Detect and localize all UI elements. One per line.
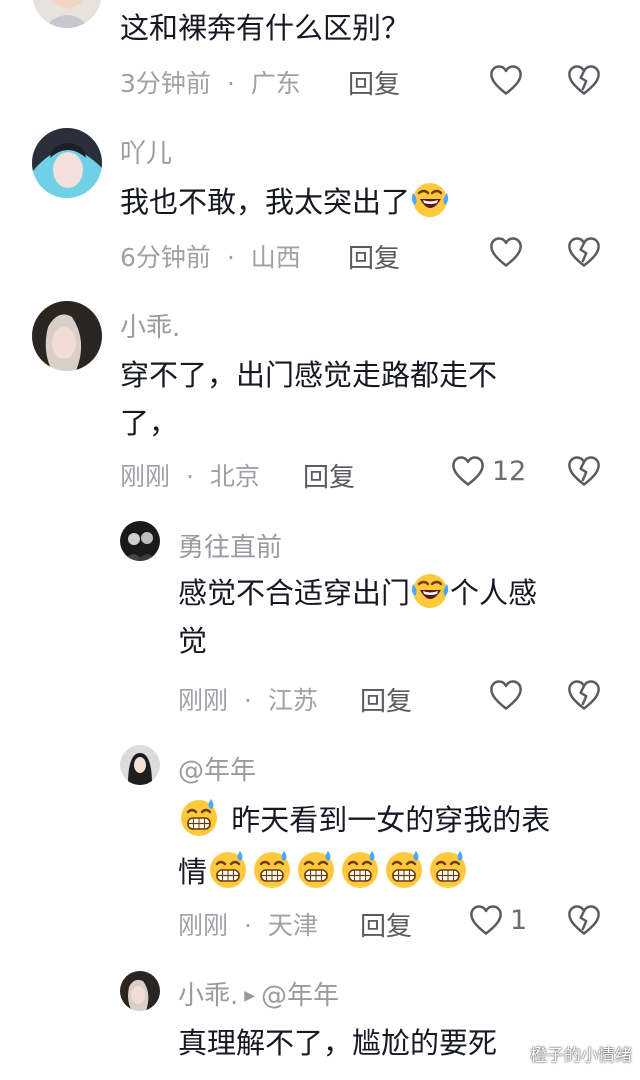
comment-1: 这和裸奔有什么区别？ 3分钟前 · 广东 回复 [0,0,640,112]
separator: · [243,686,252,715]
broken-heart-icon [566,453,602,489]
grin-sweat-emoji-icon [178,796,220,838]
dislike-button[interactable] [566,62,602,98]
reply-meta: 刚刚 · 天津 [178,906,318,942]
laughing-emoji-icon [410,570,450,610]
avatar[interactable] [32,301,102,371]
reply-text: 感觉不合适穿出门 个人感 觉 [178,569,618,665]
watermark: 橙子的小情绪 [530,1046,632,1066]
dislike-button[interactable] [566,453,602,489]
separator: · [243,911,252,940]
separator: · [226,243,235,272]
like-button[interactable] [488,234,524,270]
like-button[interactable] [488,62,524,98]
dislike-button[interactable] [566,677,602,713]
dislike-button[interactable] [566,902,602,938]
reply-time: 刚刚 [178,911,229,940]
like-count: 1 [510,904,528,936]
reply-1: 勇往直前 感觉不合适穿出门 个人感 觉 刚刚 · 江苏 回复 [0,515,640,730]
broken-heart-icon [566,902,602,938]
comment-text-body: 我也不敢，我太突出了 [120,185,411,219]
heart-icon [488,677,524,713]
reply-location: 天津 [267,911,318,940]
broken-heart-icon [566,677,602,713]
reply-button[interactable]: 回复 [360,906,412,943]
reply-text-line: 觉 [178,624,208,658]
like-button[interactable]: 12 [450,453,526,489]
comment-meta: 6分钟前 · 山西 [120,238,301,274]
comment-text-line: 穿不了，出门感觉走路都走不 [120,358,498,392]
reply-text: 真理解不了，尴尬的要死 [178,1026,498,1060]
grin-sweat-emoji-icon [383,848,425,890]
grin-sweat-emoji-icon [207,848,249,890]
reply-text-line: 昨天看到一女的穿我的表 [178,794,618,846]
reply-arrow-icon: ▶ [244,988,256,1004]
reply-text-line: 情 [178,846,618,898]
reply-meta: 刚刚 · 江苏 [178,681,318,717]
comment-text-line: 了， [120,406,179,440]
reply-text-part: 感觉不合适穿出门 [178,576,411,610]
dislike-button[interactable] [566,234,602,270]
heart-icon [450,453,486,489]
comment-location: 山西 [250,243,301,272]
comment-meta: 3分钟前 · 广东 [120,64,301,100]
reply-button[interactable]: 回复 [348,238,400,275]
grin-sweat-emoji-icon [339,848,381,890]
comment-location: 广东 [250,69,301,98]
reply-time: 刚刚 [178,686,229,715]
avatar[interactable] [32,128,102,198]
avatar[interactable] [32,0,102,28]
heart-icon [468,902,504,938]
username[interactable]: 小乖. [178,981,238,1011]
username[interactable]: 吖儿 [120,133,172,170]
reply-text-part: 情 [178,855,208,889]
heart-icon [488,62,524,98]
reply-text-part: 个人感 [450,576,538,610]
separator: · [226,69,235,98]
reply-text-part: 昨天看到一女的穿我的表 [231,803,551,837]
username[interactable]: @年年 [178,750,256,787]
broken-heart-icon [566,62,602,98]
reply-location: 江苏 [267,686,318,715]
like-button[interactable] [488,677,524,713]
avatar[interactable] [120,971,160,1011]
reply-2: @年年 昨天看到一女的穿我的表 情 刚刚 · 天津 回复 1 [0,740,640,955]
comment-time: 刚刚 [120,462,171,491]
reply-header: 小乖. ▶ @年年 [178,975,339,1012]
comment-2: 吖儿 我也不敢，我太突出了 6分钟前 · 山西 回复 [0,118,640,288]
like-count: 12 [492,455,527,487]
comment-text: 我也不敢，我太突出了 [120,178,450,226]
grin-sweat-emoji-icon [427,848,469,890]
comment-3: 小乖. 穿不了，出门感觉走路都走不 了， 刚刚 · 北京 回复 12 [0,295,640,505]
reply-button[interactable]: 回复 [303,457,355,494]
like-button[interactable]: 1 [468,902,527,938]
comment-text: 穿不了，出门感觉走路都走不 了， [120,351,600,447]
comment-location: 北京 [209,462,260,491]
broken-heart-icon [566,234,602,270]
reply-to-user[interactable]: @年年 [261,981,339,1011]
grin-sweat-emoji-icon [251,848,293,890]
comment-time: 6分钟前 [120,243,211,272]
avatar[interactable] [120,521,160,561]
separator: · [185,462,194,491]
reply-button[interactable]: 回复 [348,64,400,101]
laughing-emoji-icon [410,179,450,219]
username[interactable]: 小乖. [120,307,180,344]
reply-button[interactable]: 回复 [360,681,412,718]
avatar[interactable] [120,745,160,785]
comment-text: 这和裸奔有什么区别？ [120,11,411,45]
comment-time: 3分钟前 [120,69,211,98]
comment-meta: 刚刚 · 北京 [120,457,260,493]
reply-text-line: 感觉不合适穿出门 个人感 [178,569,618,617]
grin-sweat-emoji-icon [295,848,337,890]
reply-text: 昨天看到一女的穿我的表 情 [178,794,618,898]
heart-icon [488,234,524,270]
username[interactable]: 勇往直前 [178,527,282,564]
